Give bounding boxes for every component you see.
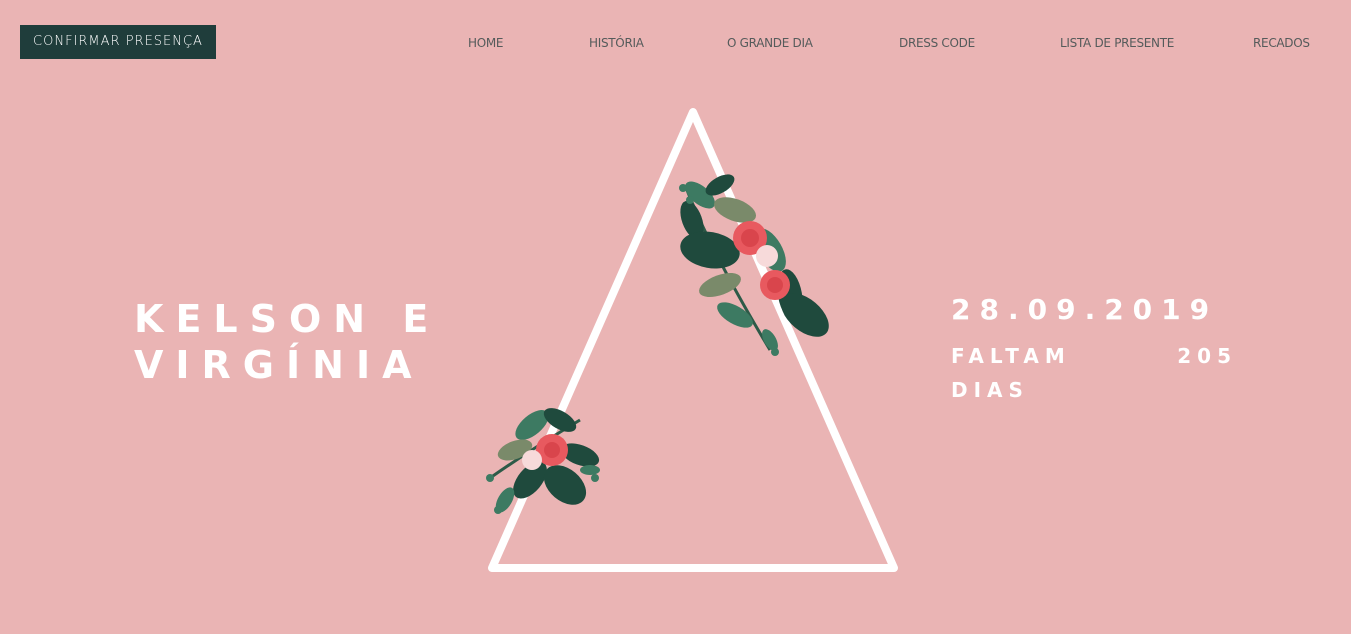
couple-names: KELSON E VIRGÍNIA: [134, 296, 464, 388]
couple-names-line-1: KELSON E: [134, 297, 441, 341]
nav-recados[interactable]: RECADOS: [1253, 34, 1310, 52]
wedding-date: 28.09.2019: [951, 293, 1219, 326]
triangle-frame-icon: [486, 108, 898, 572]
nav-dress-code[interactable]: DRESS CODE: [899, 34, 975, 52]
nav-o-grande-dia[interactable]: O GRANDE DIA: [727, 34, 813, 52]
countdown-unit: DIAS: [951, 378, 1029, 402]
main-navigation: HOME HISTÓRIA O GRANDE DIA DRESS CODE LI…: [0, 34, 1351, 52]
wedding-home-page: CONFIRMAR PRESENÇA HOME HISTÓRIA O GRAND…: [0, 0, 1351, 634]
countdown-days-number: 205: [1177, 344, 1237, 368]
floral-bouquet-bottom-icon: [486, 408, 600, 514]
nav-home[interactable]: HOME: [468, 34, 504, 52]
nav-historia[interactable]: HISTÓRIA: [589, 34, 644, 52]
nav-lista-de-presente[interactable]: LISTA DE PRESENTE: [1060, 34, 1174, 52]
countdown-label: FALTAM: [951, 344, 1071, 368]
couple-names-line-2: VIRGÍNIA: [134, 343, 424, 387]
countdown: FALTAM 205 DIAS: [951, 339, 1241, 407]
